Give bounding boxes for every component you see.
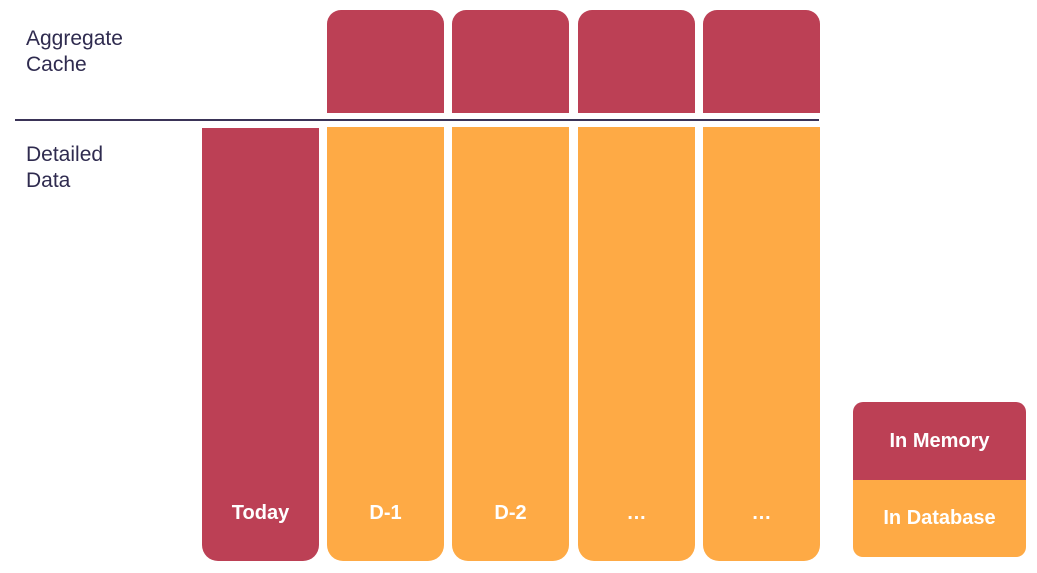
- column-label: …: [626, 502, 647, 524]
- detailed-data-d2: D-2: [452, 127, 569, 561]
- column-label: …: [751, 502, 772, 524]
- aggregate-cache-block-2: [452, 10, 569, 113]
- detailed-data-today: Today: [202, 128, 319, 561]
- detailed-data-label: Detailed Data: [26, 143, 104, 192]
- column-label: D-2: [494, 502, 527, 524]
- divider-line: [15, 119, 819, 121]
- column-label: D-1: [369, 502, 402, 524]
- aggregate-cache-block-1: [327, 10, 444, 113]
- detailed-data-ellipsis-1: …: [578, 127, 695, 561]
- legend-in-database: In Database: [853, 480, 1026, 557]
- aggregate-cache-label: Aggregate Cache: [26, 27, 123, 76]
- aggregate-cache-block-4: [703, 10, 820, 113]
- detailed-data-ellipsis-2: …: [703, 127, 820, 561]
- detailed-data-d1: D-1: [327, 127, 444, 561]
- aggregate-cache-block-3: [578, 10, 695, 113]
- legend: In Memory In Database: [853, 402, 1026, 557]
- column-label: Today: [231, 502, 290, 524]
- legend-in-memory: In Memory: [853, 402, 1026, 480]
